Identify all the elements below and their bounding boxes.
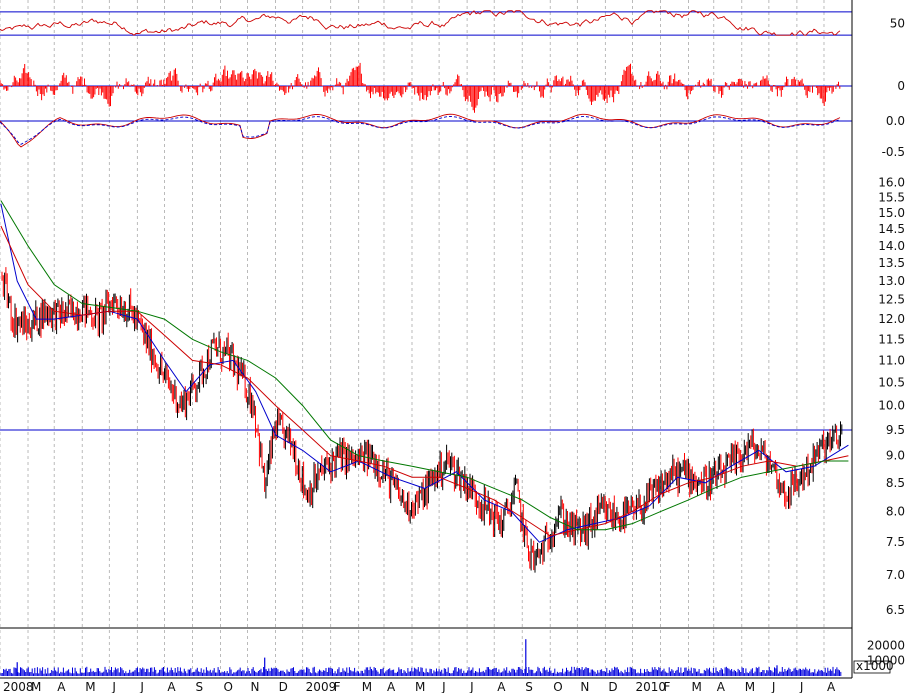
price-tick-label: 7.0: [886, 568, 905, 582]
month-label: 2009: [306, 680, 337, 693]
month-label: M: [31, 680, 41, 693]
macd-panel: [0, 113, 852, 148]
price-tick-label: 16.0: [878, 176, 905, 190]
month-label: J: [139, 680, 144, 693]
price-tick-label: 15.5: [878, 191, 905, 205]
vertical-month-gridlines: [0, 0, 853, 678]
x-axis-month-labels: 2008M A M J J A S O N D 2009F M A M J J A S O N D 2010F M A M J J A: [3, 680, 836, 693]
volume-tick-label: 20000: [867, 638, 905, 652]
price-tick-label: 14.0: [878, 239, 905, 253]
price-tick-label: 14.5: [878, 222, 905, 236]
price-tick-label: 9.5: [886, 423, 905, 437]
month-label: J: [441, 680, 446, 693]
month-label: A: [497, 680, 506, 693]
price-panel: [0, 200, 852, 573]
month-label: S: [195, 680, 203, 693]
price-tick-label: 13.0: [878, 274, 905, 288]
price-tick-label: 10.0: [878, 399, 905, 413]
price-tick-label: 15.0: [878, 206, 905, 220]
month-label: D: [279, 680, 288, 693]
y-axis-labels: 50 0 0.0 -0.5 16.015.515.0 14.5 14.0 13.5 13.0 12…: [867, 17, 905, 668]
oscillator-panel: [0, 10, 852, 36]
price-tick-label: 12.0: [878, 312, 905, 326]
price-tick-label: 11.0: [878, 353, 905, 367]
month-label: 2010: [635, 680, 666, 693]
month-label: J: [771, 680, 776, 693]
histogram-panel: [0, 62, 852, 113]
month-label: 2008: [3, 680, 34, 693]
price-tick-label: 6.5: [886, 603, 905, 617]
macd-tick-label: -0.5: [882, 145, 905, 159]
month-label: M: [691, 680, 701, 693]
month-label: S: [525, 680, 533, 693]
month-label: F: [663, 680, 670, 693]
month-label: A: [167, 680, 176, 693]
month-label: J: [469, 680, 474, 693]
month-label: M: [362, 680, 372, 693]
oscillator-tick-label: 50: [890, 17, 905, 31]
price-tick-label: 9.0: [886, 449, 905, 463]
month-label: M: [415, 680, 425, 693]
macd-line: [0, 113, 841, 148]
month-label: A: [827, 680, 836, 693]
month-label: A: [387, 680, 396, 693]
price-tick-label: 7.5: [886, 535, 905, 549]
histogram-tick-label: 0: [897, 79, 905, 93]
month-label: N: [251, 680, 260, 693]
month-label: M: [745, 680, 755, 693]
month-label: A: [57, 680, 66, 693]
month-label: J: [799, 680, 804, 693]
month-label: O: [553, 680, 562, 693]
price-tick-label: 11.5: [878, 332, 905, 346]
volume-panel: [0, 639, 842, 676]
price-tick-label: 12.5: [878, 293, 905, 307]
month-label: N: [580, 680, 589, 693]
month-label: F: [334, 680, 341, 693]
month-label: A: [717, 680, 726, 693]
price-tick-label: 10.5: [878, 376, 905, 390]
price-tick-label: 13.5: [878, 256, 905, 270]
price-tick-label: 8.0: [886, 505, 905, 519]
month-label: O: [223, 680, 232, 693]
month-label: J: [111, 680, 116, 693]
month-label: M: [85, 680, 95, 693]
stock-chart: 50 0 0.0 -0.5 16.015.515.0 14.5 14.0 13.5 13.0 12…: [0, 0, 905, 693]
price-tick-label: 8.5: [886, 476, 905, 490]
month-label: D: [608, 680, 617, 693]
macd-tick-label: 0.0: [886, 114, 905, 128]
